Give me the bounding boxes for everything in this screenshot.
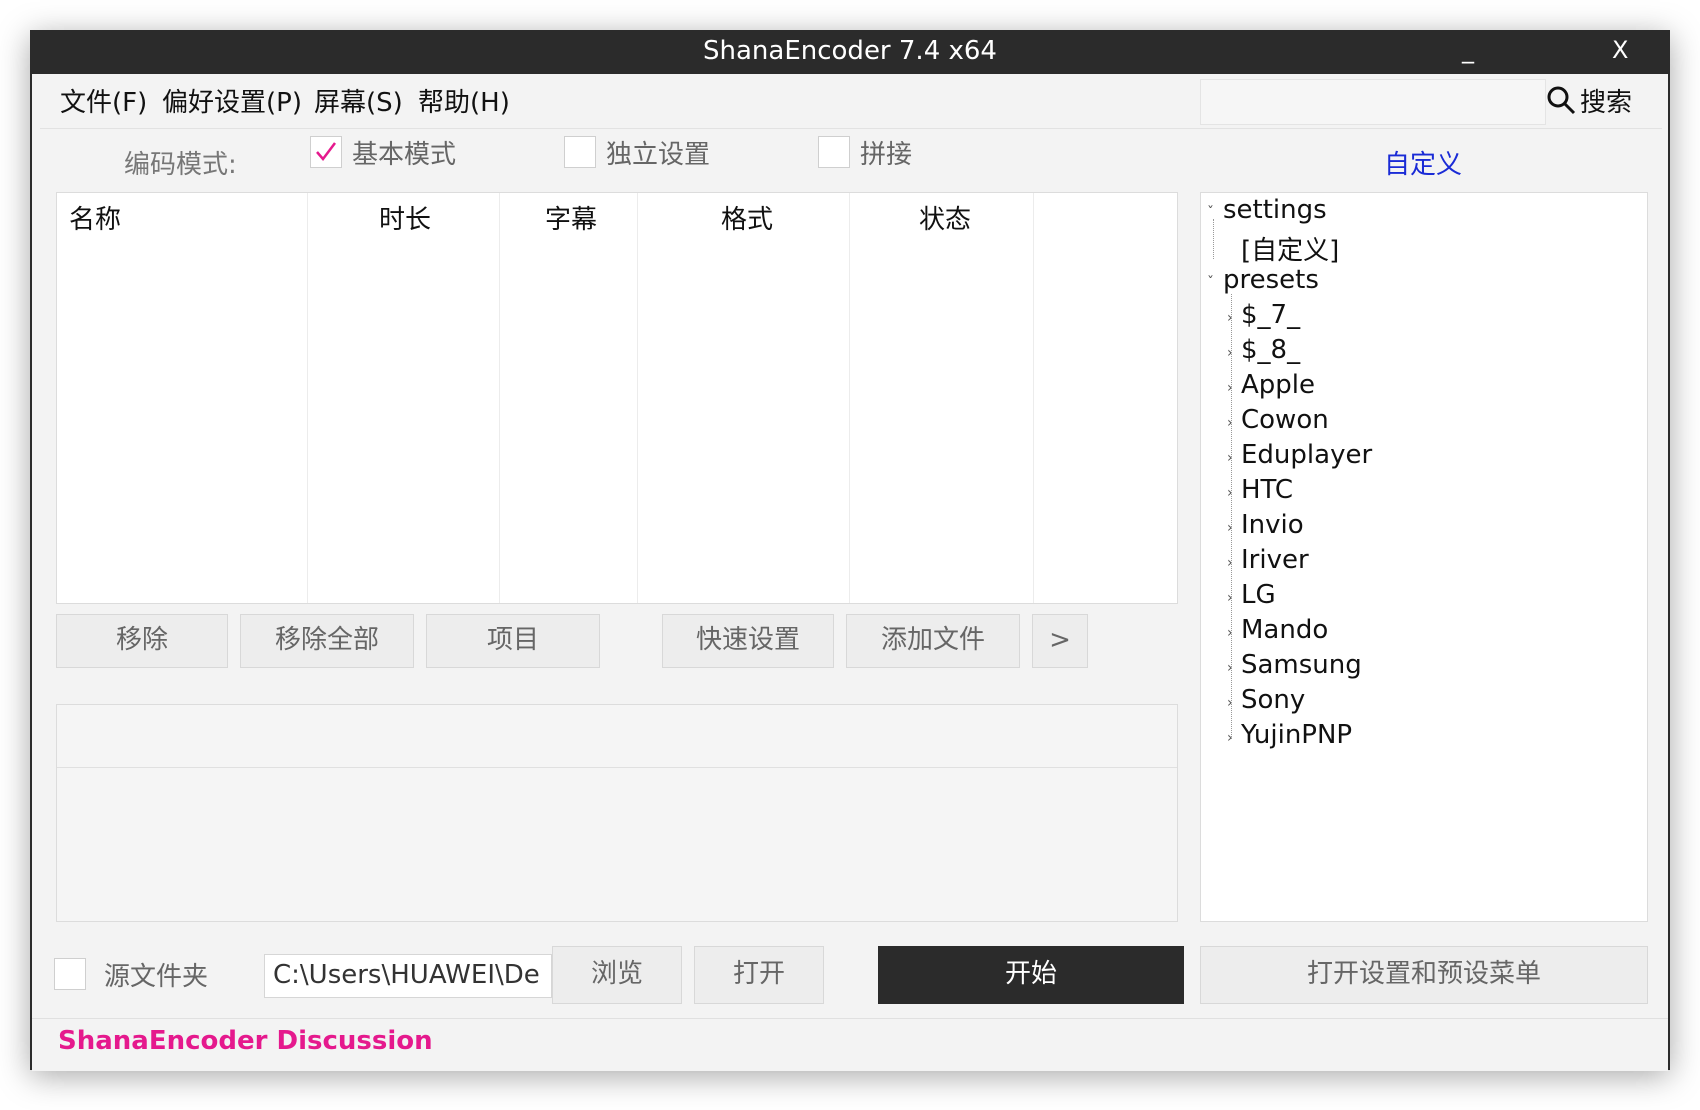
tree-node-preset[interactable]: Samsung <box>1241 650 1362 680</box>
source-folder-label[interactable]: 源文件夹 <box>104 956 208 993</box>
close-button[interactable]: X <box>1612 36 1628 64</box>
window-title: ShanaEncoder 7.4 x64 <box>703 36 997 66</box>
browse-button[interactable]: 浏览 <box>552 946 682 1004</box>
checkmark-icon <box>316 142 336 161</box>
expand-chevron-icon[interactable]: ˇ <box>1207 275 1214 291</box>
preset-tree[interactable]: ˇ settings [自定义] ˇ presets › $_7_ › $_8_ › Apple › C… <box>1200 192 1648 922</box>
tree-node-preset[interactable]: Sony <box>1241 685 1305 715</box>
menu-help[interactable]: 帮助(H) <box>418 82 510 119</box>
column-duration[interactable]: 时长 <box>379 199 431 236</box>
concatenate-checkbox[interactable] <box>818 136 850 168</box>
info-divider <box>57 767 1177 768</box>
column-status[interactable]: 状态 <box>919 199 971 236</box>
tree-connector <box>1231 294 1232 739</box>
independent-settings-checkbox[interactable] <box>564 136 596 168</box>
open-button[interactable]: 打开 <box>694 946 824 1004</box>
discussion-link[interactable]: ShanaEncoder Discussion <box>58 1026 433 1056</box>
output-path-field[interactable]: C:\Users\HUAWEI\De <box>264 954 552 998</box>
tree-node-preset[interactable]: Cowon <box>1241 405 1329 435</box>
tree-node-preset[interactable]: Eduplayer <box>1241 440 1372 470</box>
item-button[interactable]: 项目 <box>426 614 600 668</box>
tree-node-preset[interactable]: Iriver <box>1241 545 1309 575</box>
tree-node-preset[interactable]: HTC <box>1241 475 1293 505</box>
search-button[interactable]: 搜索 <box>1580 82 1632 119</box>
column-name[interactable]: 名称 <box>69 199 121 236</box>
encode-mode-label: 编码模式: <box>124 150 237 180</box>
more-button[interactable]: > <box>1032 614 1088 668</box>
independent-settings-label[interactable]: 独立设置 <box>606 134 710 171</box>
title-bar[interactable]: ShanaEncoder 7.4 x64 _ X <box>32 32 1668 74</box>
open-settings-menu-button[interactable]: 打开设置和预设菜单 <box>1200 946 1648 1004</box>
menu-divider <box>40 128 1662 129</box>
menu-file[interactable]: 文件(F) <box>60 82 147 119</box>
add-file-button[interactable]: 添加文件 <box>846 614 1020 668</box>
tree-node-custom[interactable]: [自定义] <box>1241 230 1339 267</box>
tree-node-settings[interactable]: settings <box>1223 195 1327 225</box>
tree-node-preset[interactable]: Apple <box>1241 370 1315 400</box>
column-format[interactable]: 格式 <box>721 199 773 236</box>
basic-mode-label[interactable]: 基本模式 <box>352 134 456 171</box>
tree-node-preset[interactable]: Invio <box>1241 510 1304 540</box>
search-input[interactable] <box>1200 79 1546 125</box>
remove-button[interactable]: 移除 <box>56 614 228 668</box>
info-panel <box>56 704 1178 922</box>
menu-preferences[interactable]: 偏好设置(P) <box>162 82 302 119</box>
menu-screen[interactable]: 屏幕(S) <box>314 82 403 119</box>
file-list[interactable]: 名称 时长 字幕 格式 状态 <box>56 192 1178 604</box>
custom-link[interactable]: 自定义 <box>1384 144 1462 181</box>
tree-node-preset[interactable]: YujinPNP <box>1241 720 1352 750</box>
column-subtitle[interactable]: 字幕 <box>545 199 597 236</box>
column-divider <box>499 193 500 603</box>
tree-node-preset[interactable]: $_8_ <box>1241 335 1300 365</box>
column-divider <box>307 193 308 603</box>
column-divider <box>637 193 638 603</box>
start-button[interactable]: 开始 <box>878 946 1184 1004</box>
basic-mode-checkbox[interactable] <box>310 136 342 168</box>
column-divider <box>1033 193 1034 603</box>
tree-connector <box>1213 219 1214 259</box>
tree-node-presets[interactable]: presets <box>1223 265 1319 295</box>
column-divider <box>849 193 850 603</box>
concatenate-label[interactable]: 拼接 <box>860 134 912 171</box>
app-window: ShanaEncoder 7.4 x64 _ X 文件(F) 偏好设置(P) 屏… <box>30 30 1670 1071</box>
remove-all-button[interactable]: 移除全部 <box>240 614 414 668</box>
tree-node-preset[interactable]: Mando <box>1241 615 1328 645</box>
source-folder-checkbox[interactable] <box>54 958 86 990</box>
tree-node-preset[interactable]: LG <box>1241 580 1276 610</box>
search-icon[interactable] <box>1545 84 1577 116</box>
minimize-button[interactable]: _ <box>1462 36 1474 64</box>
quick-settings-button[interactable]: 快速设置 <box>662 614 834 668</box>
tree-node-preset[interactable]: $_7_ <box>1241 300 1300 330</box>
